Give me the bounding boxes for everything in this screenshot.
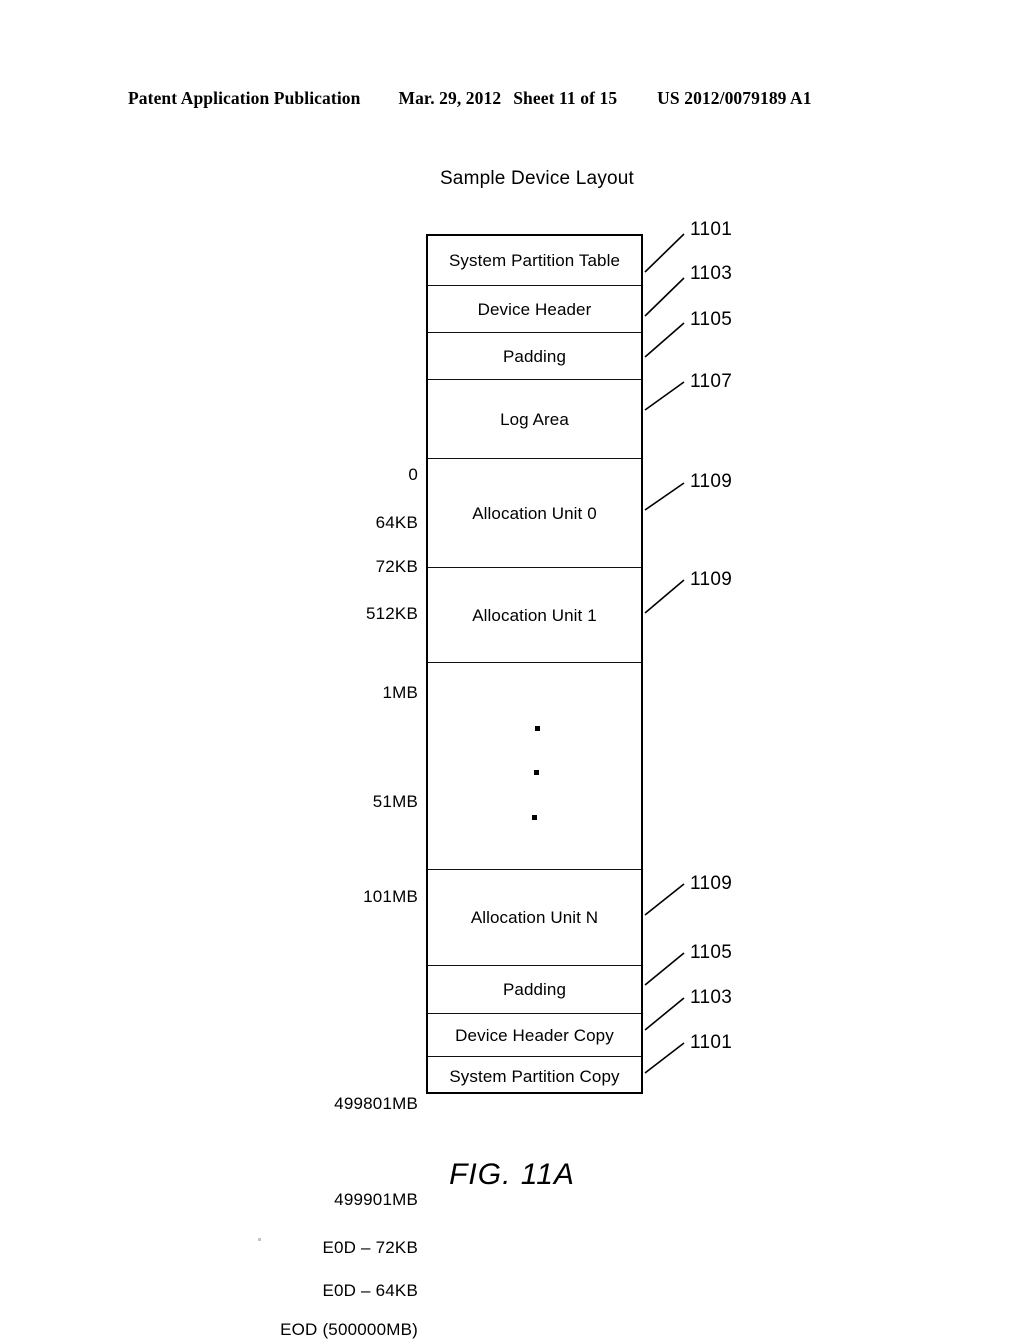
band-label: Allocation Unit 0 xyxy=(472,503,597,523)
reference-numeral-1103-bottom: 1103 xyxy=(690,987,733,1008)
offset-label-0: 0 xyxy=(408,465,418,484)
leader-line-1107 xyxy=(644,381,685,411)
band-system-partition-copy: System Partition Copy xyxy=(428,1056,641,1095)
leader-line-1105-bottom xyxy=(644,952,685,986)
offset-label-eod: EOD (500000MB) xyxy=(280,1320,418,1339)
band-label: System Partition Table xyxy=(448,251,621,270)
band-label: System Partition Copy xyxy=(449,1066,620,1086)
reference-numeral-1109-c: 1109 xyxy=(690,873,733,894)
leader-line-1101-bottom xyxy=(644,1042,685,1074)
band-padding-bottom: Padding xyxy=(428,965,641,1013)
leader-line-1103-bottom xyxy=(644,997,685,1031)
band-device-header: Device Header xyxy=(428,285,641,332)
band-device-header-copy: Device Header Copy xyxy=(428,1013,641,1056)
reference-numeral-1107: 1107 xyxy=(690,371,733,392)
figure-caption: FIG. 11A xyxy=(449,1158,575,1191)
offset-label-eod-64kb: E0D – 64KB xyxy=(322,1281,418,1300)
reference-numeral-1109-a: 1109 xyxy=(690,471,733,492)
band-label: Padding xyxy=(502,980,567,999)
reference-numeral-1105-bottom: 1105 xyxy=(690,942,733,963)
reference-numeral-1103-top: 1103 xyxy=(690,263,733,284)
band-log-area: Log Area xyxy=(428,379,641,458)
figure-title: Sample Device Layout xyxy=(439,168,635,189)
offset-label-51mb: 51MB xyxy=(372,792,418,811)
leader-line-1109-b xyxy=(644,579,685,614)
band-label: Device Header Copy xyxy=(455,1025,614,1045)
band-label: Allocation Unit N xyxy=(470,908,599,927)
band-label: Allocation Unit 1 xyxy=(472,605,597,625)
leader-line-1109-a xyxy=(644,482,685,511)
band-system-partition-table: System Partition Table xyxy=(428,236,641,285)
band-allocation-unit-1: Allocation Unit 1 xyxy=(428,567,641,662)
offset-label-64kb: 64KB xyxy=(375,513,418,532)
offset-label-1mb: 1MB xyxy=(382,683,418,702)
offset-label-499901mb: 499901MB xyxy=(334,1190,418,1209)
offset-label-512kb: 512KB xyxy=(365,604,418,623)
leader-line-1103-top xyxy=(644,277,685,317)
reference-numeral-1105-top: 1105 xyxy=(690,309,733,330)
band-allocation-unit-0: Allocation Unit 0 xyxy=(428,458,641,567)
figure-11a: Sample Device Layout 0 64KB 72KB 512KB 1… xyxy=(0,0,1024,1338)
band-label: Device Header xyxy=(477,299,592,319)
band-padding-top: Padding xyxy=(428,332,641,379)
offset-label-eod-72kb: E0D – 72KB xyxy=(322,1238,418,1257)
scan-speckle xyxy=(258,1238,261,1241)
band-allocation-unit-n: Allocation Unit N xyxy=(428,869,641,965)
band-label: Padding xyxy=(502,346,567,366)
reference-numeral-1109-b: 1109 xyxy=(690,569,733,590)
leader-line-1105-top xyxy=(644,322,685,358)
band-label: Log Area xyxy=(500,409,569,429)
offset-axis: 0 64KB 72KB 512KB 1MB 51MB 101MB 499801M… xyxy=(182,234,418,1338)
scan-speckle xyxy=(345,1243,347,1248)
leader-line-1101-top xyxy=(644,233,685,273)
leader-line-1109-c xyxy=(644,883,685,916)
device-layout-diagram: System Partition Table Device Header Pad… xyxy=(426,234,643,1094)
reference-numeral-1101-bottom: 1101 xyxy=(690,1032,733,1053)
offset-label-101mb: 101MB xyxy=(363,887,418,906)
reference-numeral-1101-top: 1101 xyxy=(690,219,733,240)
vertical-ellipsis-icon xyxy=(532,726,546,830)
offset-label-72kb: 72KB xyxy=(375,557,418,576)
offset-label-499801mb: 499801MB xyxy=(334,1094,418,1113)
